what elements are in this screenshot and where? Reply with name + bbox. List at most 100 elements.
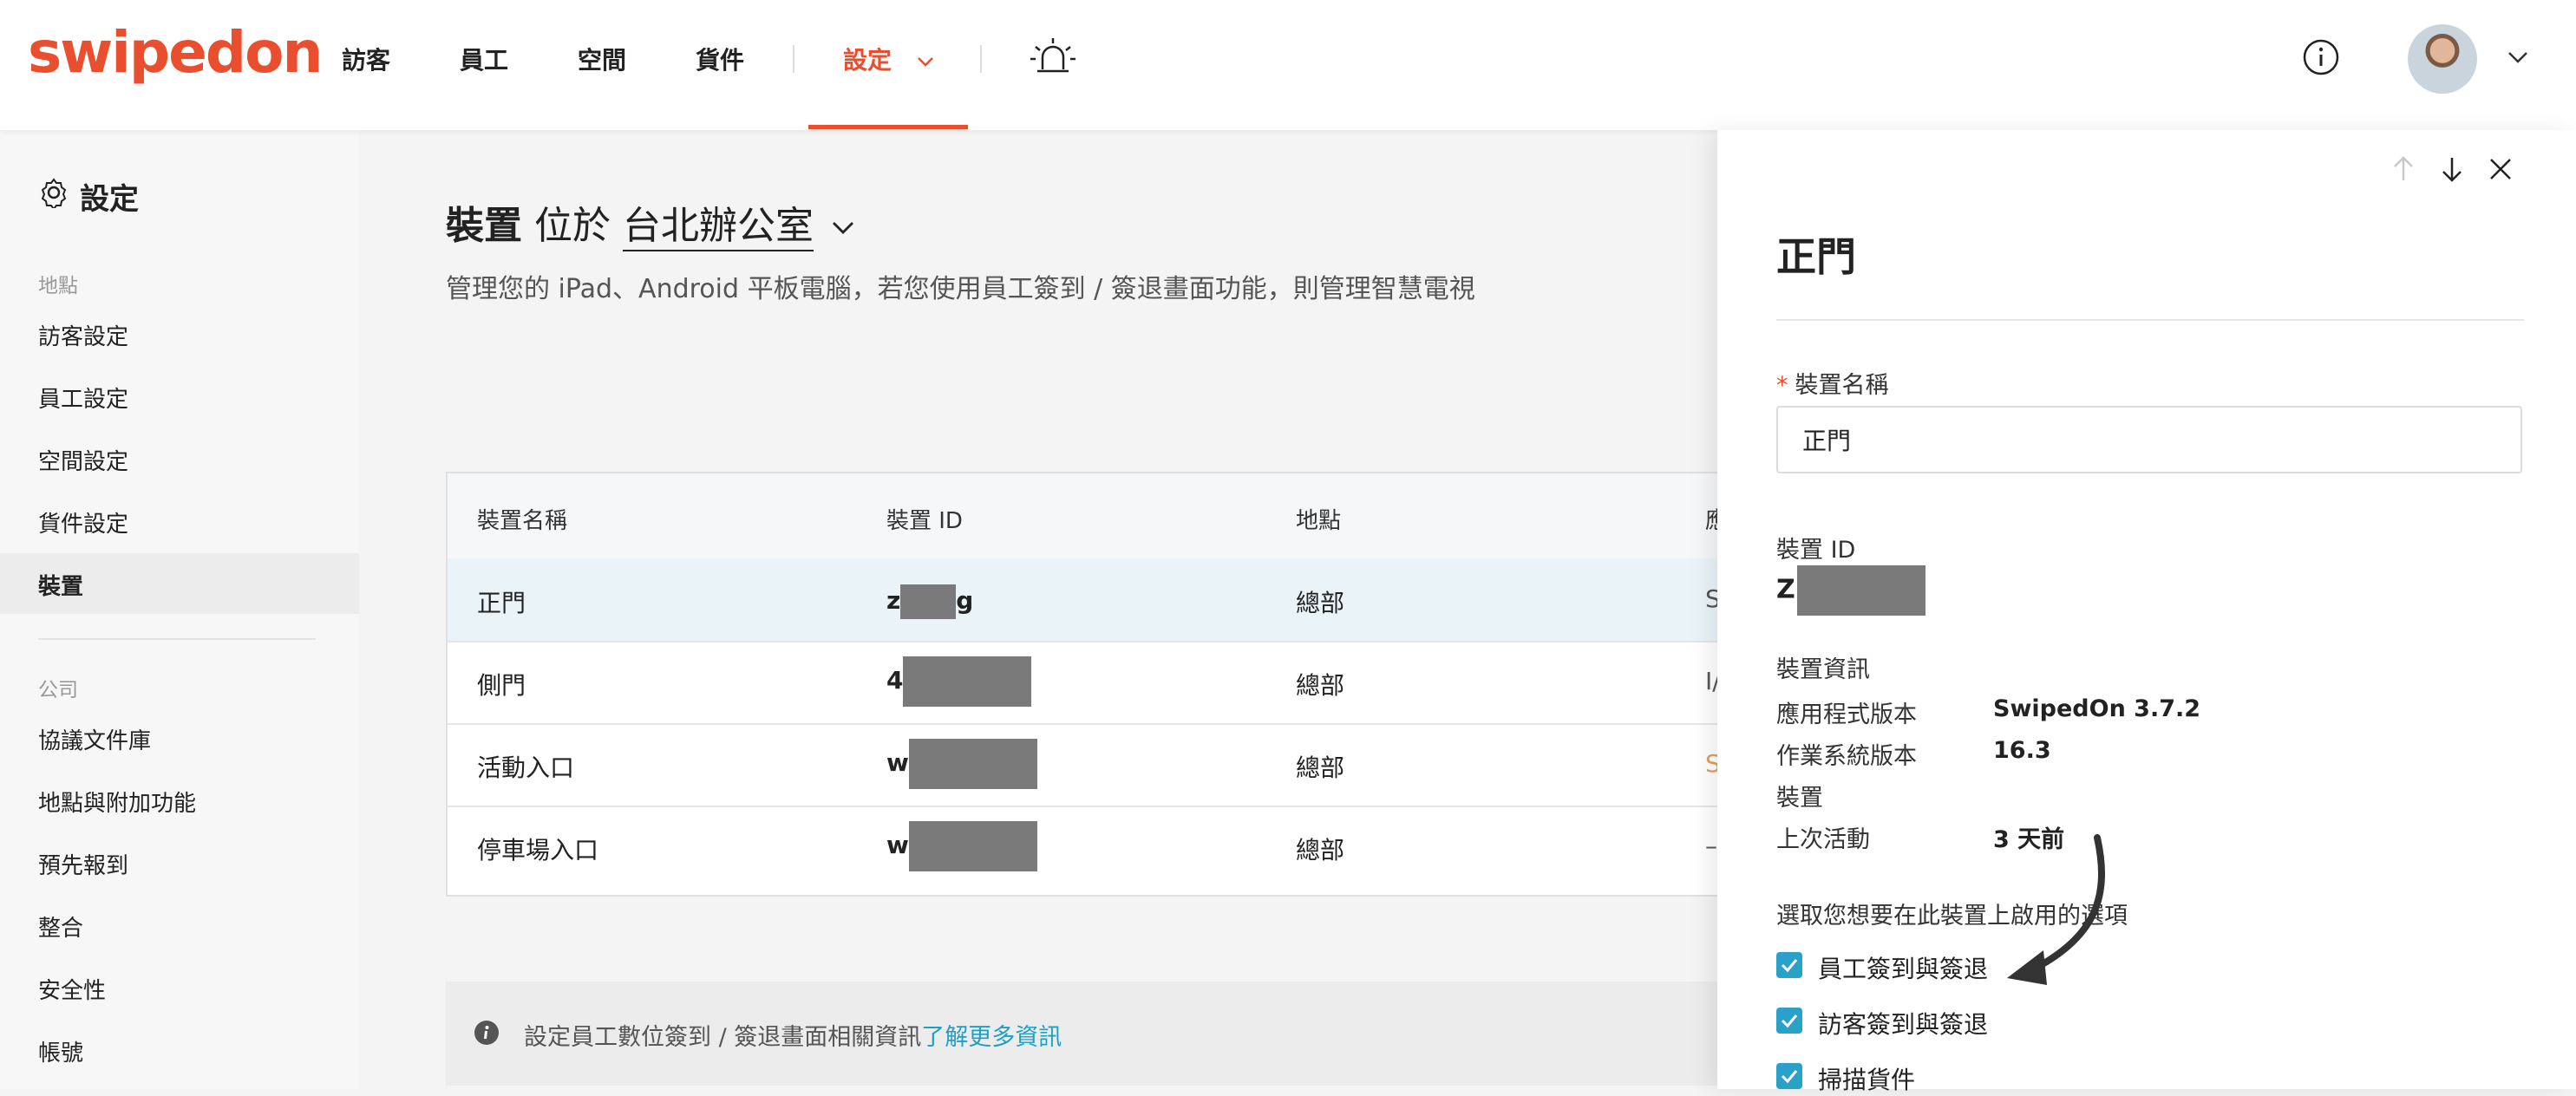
redaction-block — [908, 739, 1037, 789]
chevron-down-icon[interactable] — [2507, 50, 2529, 64]
nav-item-deliveries[interactable]: 貨件 — [696, 42, 744, 76]
info-banner-message: 設定員工數位簽到 / 簽退畫面相關資訊 — [524, 1024, 922, 1051]
device-detail-panel: 正門 * 裝置名稱 裝置 ID Z 裝置資訊 應用程式版本 SwipedOn 3.… — [1717, 130, 2576, 1094]
top-navbar: swipedon 訪客 員工 空間 貨件 設定 — [0, 0, 2576, 130]
devices-table: 裝置名稱 裝置 ID 地點 應 正門 zg 總部 S 側門 4 總部 I/ 活動… — [446, 472, 1750, 897]
sidebar-item-preregistration[interactable]: 預先報到 — [38, 848, 128, 880]
arrow-down-icon[interactable] — [2439, 154, 2465, 184]
check-icon — [1781, 1070, 1798, 1084]
checkbox-checked[interactable] — [1776, 1008, 1802, 1034]
sidebar-divider — [38, 638, 316, 640]
option-label: 掃描貨件 — [1818, 1066, 1916, 1094]
app-version-label: 應用程式版本 — [1776, 701, 1917, 728]
os-version-value: 16.3 — [1993, 737, 2051, 764]
sidebar-item-visitor-settings[interactable]: 訪客設定 — [38, 319, 128, 351]
nav-item-spaces[interactable]: 空間 — [578, 42, 626, 76]
sidebar-title-label: 設定 — [80, 182, 139, 217]
device-id-value: Z — [1776, 565, 1925, 616]
nav-item-settings[interactable]: 設定 — [843, 42, 935, 76]
device-name: 停車場入口 — [477, 836, 599, 864]
required-asterisk: * — [1776, 372, 1788, 399]
device-app: – — [1705, 832, 1717, 860]
page-subtitle: 管理您的 iPad、Android 平板電腦，若您使用員工簽到 / 簽退畫面功能… — [446, 274, 1475, 304]
sidebar-item-space-settings[interactable]: 空間設定 — [38, 444, 128, 476]
device-name-label: * 裝置名稱 — [1776, 366, 1889, 400]
device-id: 4 — [886, 656, 1032, 707]
check-icon — [1781, 959, 1798, 973]
swipedon-logo[interactable]: swipedon — [28, 19, 323, 86]
learn-more-link[interactable]: 了解更多資訊 — [921, 1024, 1062, 1051]
sidebar-item-locations-addons[interactable]: 地點與附加功能 — [38, 786, 196, 818]
gear-icon — [41, 178, 67, 208]
info-icon[interactable] — [2302, 38, 2340, 76]
device-id-start: 4 — [886, 666, 904, 695]
device-id-label: 裝置 ID — [1776, 537, 1856, 564]
nav-separator — [793, 45, 794, 73]
sidebar-group-company: 公司 — [38, 679, 78, 701]
page-title: 裝置 位於 台北辦公室 — [446, 194, 855, 251]
device-location: 總部 — [1296, 754, 1345, 782]
checkbox-checked[interactable] — [1776, 1063, 1802, 1089]
nav-item-visitors[interactable]: 訪客 — [342, 42, 390, 76]
device-model-label: 裝置 — [1776, 785, 1823, 812]
column-header-id[interactable]: 裝置 ID — [886, 503, 963, 535]
sidebar-item-employee-settings[interactable]: 員工設定 — [38, 382, 128, 414]
chevron-down-icon — [917, 57, 933, 67]
alarm-light-icon[interactable] — [1029, 36, 1077, 78]
device-id: zg — [886, 584, 973, 619]
panel-divider — [1776, 319, 2524, 321]
check-icon — [1781, 1014, 1798, 1028]
redaction-block — [1796, 565, 1925, 616]
settings-sidebar: 設定 地點 訪客設定 員工設定 空間設定 貨件設定 裝置 公司 協議文件庫 地點… — [0, 130, 359, 1089]
nav-active-indicator — [808, 125, 968, 129]
sidebar-item-security[interactable]: 安全性 — [38, 973, 106, 1005]
sidebar-group-location: 地點 — [38, 275, 78, 297]
device-name: 側門 — [477, 671, 526, 700]
annotation-arrow-icon — [2007, 834, 2105, 985]
device-name: 活動入口 — [477, 754, 575, 782]
sidebar-item-devices[interactable]: 裝置 — [38, 569, 83, 601]
table-row[interactable]: 正門 zg 總部 S — [448, 558, 1749, 643]
info-banner: 設定員工數位簽到 / 簽退畫面相關資訊了解更多資訊 — [446, 982, 1747, 1086]
device-name-label-text: 裝置名稱 — [1795, 372, 1889, 399]
device-location: 總部 — [1296, 836, 1345, 864]
device-id-end: g — [956, 586, 974, 615]
column-header-name[interactable]: 裝置名稱 — [477, 503, 567, 535]
table-header: 裝置名稱 裝置 ID 地點 應 — [448, 473, 1749, 560]
sidebar-item-delivery-settings[interactable]: 貨件設定 — [38, 506, 128, 538]
table-row[interactable]: 活動入口 w 總部 S — [448, 723, 1749, 807]
info-banner-text: 設定員工數位簽到 / 簽退畫面相關資訊了解更多資訊 — [524, 1018, 1062, 1052]
table-row[interactable]: 停車場入口 w 總部 – — [448, 806, 1749, 888]
device-id: w — [886, 821, 1037, 871]
device-id-start: z — [886, 586, 901, 615]
nav-separator — [980, 45, 982, 73]
os-version-label: 作業系統版本 — [1776, 743, 1917, 770]
location-selector[interactable]: 台北辦公室 — [623, 204, 814, 251]
column-header-location[interactable]: 地點 — [1296, 503, 1341, 535]
device-id-start: w — [886, 831, 909, 859]
sidebar-item-integrations[interactable]: 整合 — [38, 910, 83, 943]
sidebar-item-agreements[interactable]: 協議文件庫 — [38, 723, 151, 755]
close-icon[interactable] — [2488, 156, 2514, 182]
redaction-block — [908, 821, 1037, 871]
device-name: 正門 — [477, 589, 526, 617]
sidebar-item-account[interactable]: 帳號 — [38, 1035, 83, 1067]
checkbox-checked[interactable] — [1776, 952, 1802, 978]
redaction-block — [900, 584, 957, 619]
sidebar-title: 設定 — [38, 175, 139, 218]
info-filled-icon — [474, 1021, 499, 1045]
device-location: 總部 — [1296, 671, 1345, 700]
option-label: 員工簽到與簽退 — [1818, 955, 1989, 983]
panel-title: 正門 — [1776, 233, 1856, 280]
device-id-start: w — [886, 748, 909, 777]
device-name-input[interactable] — [1776, 406, 2522, 473]
nav-settings-label: 設定 — [843, 46, 892, 75]
avatar[interactable] — [2408, 24, 2477, 94]
option-label: 訪客簽到與簽退 — [1818, 1010, 1989, 1039]
device-id: w — [886, 739, 1037, 789]
devices-main: 裝置 位於 台北辦公室 管理您的 iPad、Android 平板電腦，若您使用員… — [359, 130, 1750, 1089]
nav-item-employees[interactable]: 員工 — [460, 42, 508, 76]
arrow-up-icon[interactable] — [2390, 154, 2416, 184]
table-row[interactable]: 側門 4 總部 I/ — [448, 641, 1749, 725]
chevron-down-icon[interactable] — [831, 220, 855, 236]
